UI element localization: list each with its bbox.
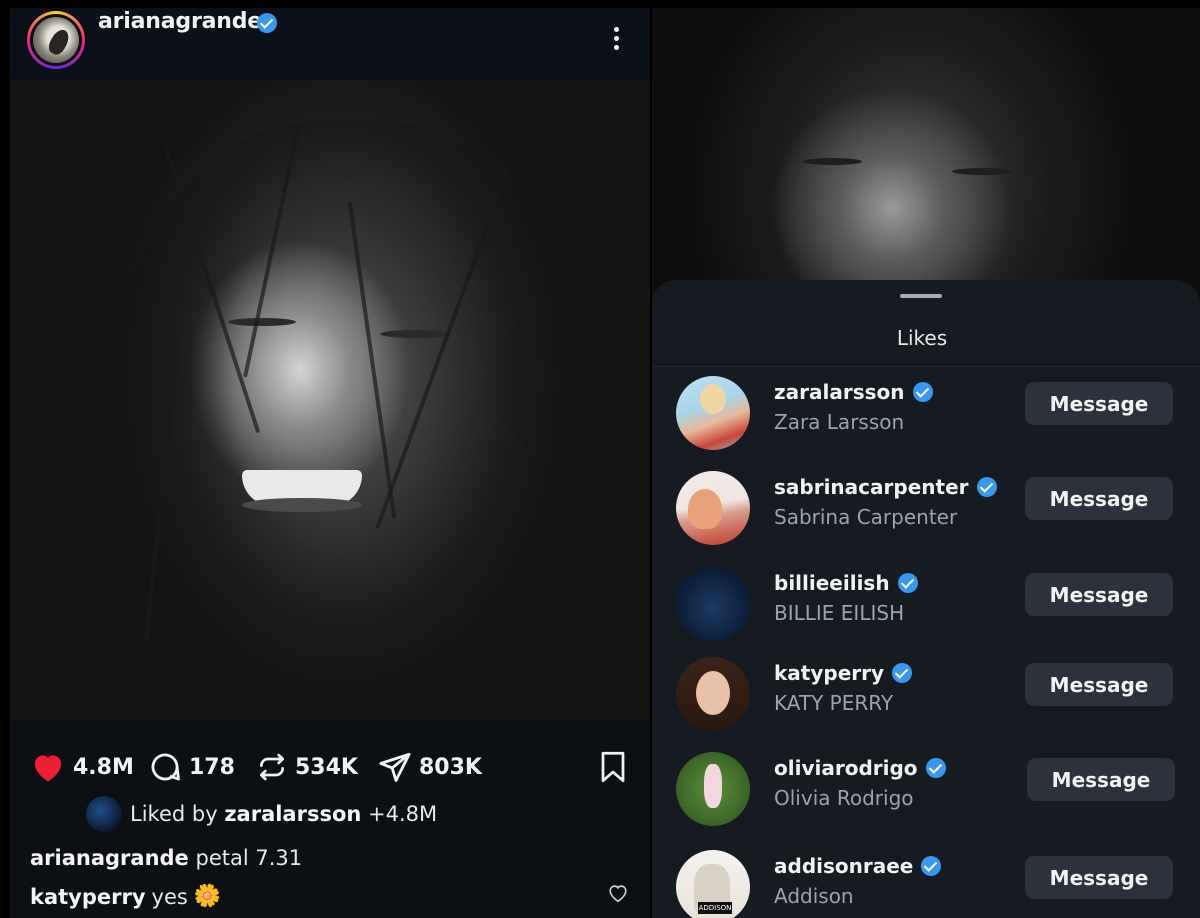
avatar[interactable]	[676, 657, 750, 731]
comment-username[interactable]: katyperry	[30, 885, 146, 909]
post-panel: arianagrande 4.8M 178 534K 803K Liked by…	[10, 8, 650, 918]
liked-by-avatar	[86, 796, 122, 832]
avatar[interactable]	[676, 471, 750, 545]
comment-like-icon[interactable]	[607, 882, 629, 904]
avatar-image	[33, 17, 79, 63]
avatar[interactable]: ADDISON	[676, 850, 750, 918]
like-username[interactable]: oliviarodrigo	[774, 756, 946, 780]
comment-count: 178	[189, 754, 235, 780]
verified-badge-icon	[921, 856, 942, 876]
verified-badge-icon	[257, 13, 277, 33]
likes-panel: Likes zaralarsson Zara Larsson Message s…	[652, 8, 1200, 918]
more-options-icon[interactable]	[606, 24, 626, 54]
likes-bottom-sheet: Likes zaralarsson Zara Larsson Message s…	[652, 280, 1200, 918]
caption-text: petal 7.31	[188, 846, 303, 870]
like-username[interactable]: zaralarsson	[774, 380, 933, 404]
post-caption: arianagrande petal 7.31	[30, 846, 302, 870]
verified-badge-icon	[912, 382, 933, 402]
like-username[interactable]: addisonraee	[774, 854, 942, 878]
like-display-name: Sabrina Carpenter	[774, 505, 958, 529]
sheet-drag-handle[interactable]	[900, 294, 942, 298]
like-list-item[interactable]: ADDISON addisonraee Addison Message	[652, 846, 1200, 918]
liked-by-row[interactable]: Liked by zaralarsson +4.8M	[86, 796, 437, 832]
post-header: arianagrande	[10, 8, 650, 80]
repost-button[interactable]: 534K	[256, 750, 358, 784]
message-button[interactable]: Message	[1025, 856, 1173, 899]
message-button[interactable]: Message	[1025, 573, 1173, 616]
post-actions: 4.8M 178 534K 803K	[10, 720, 650, 808]
profile-avatar[interactable]	[27, 11, 85, 69]
message-button[interactable]: Message	[1025, 663, 1173, 706]
post-username[interactable]: arianagrande	[98, 9, 262, 34]
verified-badge-icon	[897, 573, 918, 593]
flower-emoji: 🌼	[193, 884, 222, 909]
like-display-name: Addison	[774, 884, 854, 908]
liked-by-text: Liked by zaralarsson +4.8M	[130, 802, 438, 826]
background-post-photo	[652, 8, 1200, 298]
repost-icon	[260, 753, 284, 781]
like-username[interactable]: sabrinacarpenter	[774, 475, 997, 499]
like-display-name: Zara Larsson	[774, 410, 905, 434]
verified-badge-icon	[925, 758, 946, 778]
like-list-item[interactable]: oliviarodrigo Olivia Rodrigo Message	[652, 748, 1200, 828]
bookmark-icon[interactable]	[598, 750, 628, 784]
like-display-name: Olivia Rodrigo	[774, 786, 914, 810]
caption-username[interactable]: arianagrande	[30, 846, 189, 870]
comment-text: yes	[151, 884, 188, 909]
avatar-tag-text: ADDISON	[698, 902, 732, 914]
share-count: 803K	[419, 754, 482, 780]
like-list-item[interactable]: katyperry KATY PERRY Message	[652, 653, 1200, 733]
send-icon	[379, 752, 411, 782]
avatar[interactable]	[676, 752, 750, 826]
top-comment: katyperry yes 🌼	[30, 884, 221, 909]
like-count: 4.8M	[73, 754, 134, 780]
message-button[interactable]: Message	[1025, 382, 1173, 425]
like-list-item[interactable]: zaralarsson Zara Larsson Message	[652, 372, 1200, 452]
sheet-title: Likes	[896, 326, 948, 350]
post-photo[interactable]	[10, 80, 650, 720]
like-button[interactable]: 4.8M	[30, 750, 134, 784]
divider	[652, 366, 1200, 367]
avatar[interactable]	[676, 376, 750, 450]
like-username[interactable]: billieeilish	[774, 571, 918, 595]
like-display-name: BILLIE EILISH	[774, 601, 905, 625]
comment-bubble-icon	[151, 753, 180, 781]
message-button[interactable]: Message	[1027, 758, 1175, 801]
share-button[interactable]: 803K	[378, 750, 482, 784]
message-button[interactable]: Message	[1025, 477, 1173, 520]
avatar[interactable]	[676, 567, 750, 641]
like-list-item[interactable]: sabrinacarpenter Sabrina Carpenter Messa…	[652, 467, 1200, 547]
heart-filled-icon	[34, 755, 62, 782]
verified-badge-icon	[892, 663, 913, 683]
like-list-item[interactable]: billieeilish BILLIE EILISH Message	[652, 563, 1200, 643]
comment-button[interactable]: 178	[148, 750, 235, 784]
repost-count: 534K	[295, 754, 358, 780]
like-username[interactable]: katyperry	[774, 661, 913, 685]
verified-badge-icon	[976, 477, 997, 497]
like-display-name: KATY PERRY	[774, 691, 894, 715]
